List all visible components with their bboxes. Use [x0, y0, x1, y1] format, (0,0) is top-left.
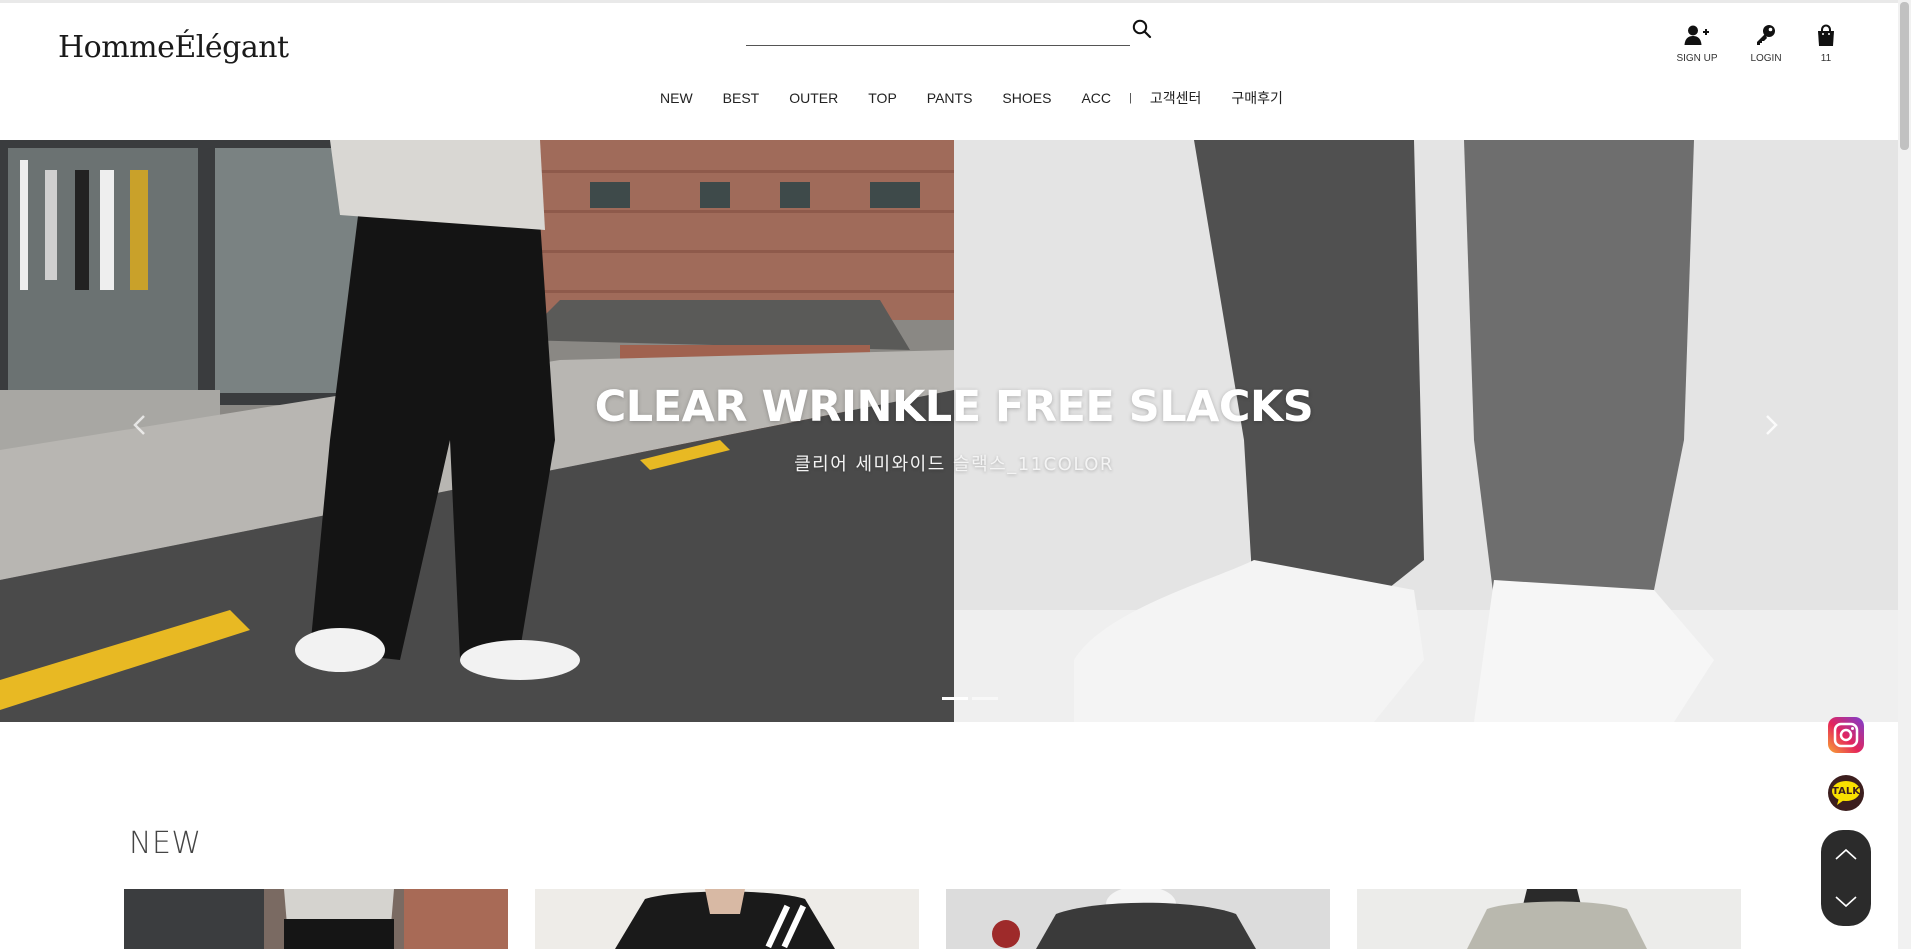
top-border [0, 0, 1898, 3]
login-label: LOGIN [1750, 53, 1782, 64]
banner-subtitle: 클리어 세미와이드 슬랙스_11COLOR [794, 454, 1114, 475]
brand-logo[interactable]: HommeÉlégant [58, 30, 289, 65]
nav-separator: | [1129, 92, 1132, 104]
nav-item-reviews[interactable]: 구매후기 [1231, 88, 1283, 108]
chevron-down-icon [1835, 896, 1857, 908]
shopping-bag-icon [1818, 24, 1834, 46]
nav-item-new[interactable]: NEW [660, 90, 693, 106]
search-input[interactable] [746, 22, 1130, 46]
cart-count: 11 [1820, 53, 1832, 64]
nav-item-acc[interactable]: ACC [1081, 90, 1111, 106]
banner-pagination [942, 697, 998, 700]
product-card[interactable] [535, 889, 919, 949]
hero-banner[interactable]: CLEAR WRINKLE FREE SLACKS 클리어 세미와이드 슬랙스_… [0, 140, 1898, 722]
key-icon [1757, 25, 1775, 45]
banner-dot-2[interactable] [972, 697, 998, 700]
main-nav: NEW BEST OUTER TOP PANTS SHOES ACC | 고객센… [660, 88, 1313, 108]
page-scrollbar[interactable] [1898, 0, 1911, 949]
banner-title: CLEAR WRINKLE FREE SLACKS [594, 382, 1314, 432]
scroll-controls [1821, 830, 1871, 926]
product-card[interactable] [124, 889, 508, 949]
chevron-left-icon [133, 415, 145, 435]
nav-item-best[interactable]: BEST [723, 90, 760, 106]
product-card[interactable] [946, 889, 1330, 949]
login-link[interactable]: LOGIN [1736, 24, 1796, 64]
banner-prev-button[interactable] [125, 410, 155, 440]
nav-item-shoes[interactable]: SHOES [1002, 90, 1051, 106]
search-bar [746, 16, 1152, 48]
chevron-right-icon [1766, 415, 1778, 435]
section-title-new: NEW [129, 826, 202, 861]
nav-item-outer[interactable]: OUTER [789, 90, 838, 106]
search-button[interactable] [1130, 18, 1154, 42]
kakao-talk-link[interactable]: TALK [1827, 774, 1865, 817]
instagram-icon [1828, 717, 1864, 753]
banner-next-button[interactable] [1756, 410, 1786, 440]
chevron-up-icon [1835, 848, 1857, 860]
scroll-top-button[interactable] [1821, 830, 1871, 878]
user-plus-icon [1684, 25, 1709, 45]
kakao-talk-label: TALK [1832, 786, 1860, 797]
signup-link[interactable]: SIGN UP [1667, 24, 1727, 64]
nav-item-customer-center[interactable]: 고객센터 [1150, 88, 1202, 108]
cart-link[interactable]: 11 [1796, 24, 1856, 64]
product-card[interactable] [1357, 889, 1741, 949]
nav-item-pants[interactable]: PANTS [927, 90, 973, 106]
search-icon [1132, 19, 1152, 38]
instagram-link[interactable] [1828, 717, 1864, 758]
signup-label: SIGN UP [1676, 53, 1718, 64]
nav-item-top[interactable]: TOP [868, 90, 897, 106]
scroll-bottom-button[interactable] [1821, 878, 1871, 926]
banner-dot-1[interactable] [942, 697, 968, 700]
scrollbar-thumb[interactable] [1900, 2, 1909, 150]
